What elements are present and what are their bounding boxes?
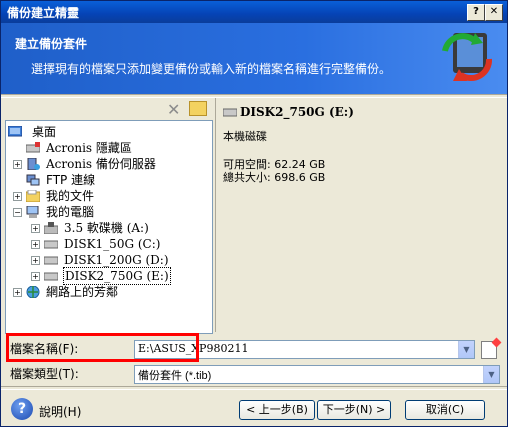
expand-icon[interactable]: + xyxy=(31,224,40,233)
hard-drive-icon xyxy=(223,108,237,117)
tree-item-label-selected: DISK2_750G (E:) xyxy=(63,267,171,285)
expand-icon[interactable]: + xyxy=(13,160,22,169)
expand-icon[interactable]: + xyxy=(31,256,40,265)
chevron-down-icon[interactable]: ▼ xyxy=(458,341,474,358)
back-button[interactable]: < 上一步(B) xyxy=(239,400,315,420)
tree-item-label: Acronis 備份伺服器 xyxy=(46,157,156,171)
collapse-icon[interactable]: − xyxy=(13,208,22,217)
folder-icon xyxy=(26,190,40,202)
hard-drive-icon xyxy=(44,240,58,249)
cancel-button[interactable]: 取消(C) xyxy=(405,400,485,420)
tree-item-label: 3.5 軟碟機 (A:) xyxy=(64,221,149,235)
server-icon xyxy=(27,158,40,170)
header-title: 建立備份套件 xyxy=(15,37,88,51)
network-icon xyxy=(26,286,40,298)
details-title: DISK2_750G (E:) xyxy=(240,105,354,119)
new-folder-icon[interactable] xyxy=(189,101,207,116)
expand-icon[interactable]: + xyxy=(31,272,40,281)
footer-divider xyxy=(1,386,507,390)
tree-item-label: DISK1_200G (D:) xyxy=(64,253,169,267)
tree-item-label: DISK1_50G (C:) xyxy=(64,237,161,251)
tree-item-label: 我的文件 xyxy=(46,189,95,203)
expand-icon[interactable]: + xyxy=(13,192,22,201)
hard-drive-icon xyxy=(44,256,58,265)
backup-wizard-icon xyxy=(442,33,493,82)
tree-item-label: 桌面 xyxy=(32,125,57,139)
details-total-size: 總共大小: 698.6 GB xyxy=(223,171,326,184)
tree-item-label: 網路上的芳鄰 xyxy=(46,285,119,299)
next-button[interactable]: 下一步(N) > xyxy=(317,400,391,420)
close-button[interactable]: ✕ xyxy=(485,4,503,21)
wizard-header: 建立備份套件 選擇現有的檔案只添加變更備份或輸入新的檔案名稱進行完整備份。 xyxy=(1,23,507,94)
details-panel: DISK2_750G (E:) 本機磁碟 可用空間: 62.24 GB 總共大小… xyxy=(215,98,503,332)
help-title-button[interactable]: ? xyxy=(467,4,485,21)
floppy-icon xyxy=(44,222,58,234)
delete-icon[interactable]: ✕ xyxy=(167,100,180,119)
help-icon[interactable]: ? xyxy=(11,398,33,420)
tree-item-label: 我的電腦 xyxy=(46,205,95,219)
filetype-value: 備份套件 (*.tib) xyxy=(138,370,212,382)
expand-icon[interactable]: + xyxy=(31,240,40,249)
chevron-down-icon[interactable]: ▼ xyxy=(483,366,499,383)
computer-icon xyxy=(26,206,39,218)
details-type: 本機磁碟 xyxy=(223,130,267,143)
drive-icon xyxy=(26,142,40,153)
ftp-icon xyxy=(26,174,40,186)
folder-tree[interactable]: 桌面 Acronis 隱藏區 + Acronis 備份伺服器 FTP 連線 + … xyxy=(5,120,213,334)
tree-item-label: FTP 連線 xyxy=(46,173,96,187)
wizard-window: 備份建立精靈 ? ✕ 建立備份套件 選擇現有的檔案只添加變更備份或輸入新的檔案名… xyxy=(0,0,508,427)
new-file-icon[interactable] xyxy=(481,341,497,359)
hard-drive-icon xyxy=(44,272,58,281)
filetype-select[interactable]: 備份套件 (*.tib) ▼ xyxy=(134,365,500,384)
highlight-annotation xyxy=(6,333,199,362)
filetype-label: 檔案類型(T): xyxy=(10,367,79,381)
expand-icon[interactable]: + xyxy=(13,288,22,297)
desktop-icon xyxy=(8,126,22,137)
window-title: 備份建立精靈 xyxy=(7,6,80,20)
tree-item-label: Acronis 隱藏區 xyxy=(46,141,132,155)
header-description: 選擇現有的檔案只添加變更備份或輸入新的檔案名稱進行完整備份。 xyxy=(31,62,392,76)
title-bar[interactable]: 備份建立精靈 ? ✕ xyxy=(1,1,507,23)
help-link[interactable]: 說明(H) xyxy=(39,403,81,420)
tree-toolbar: ✕ xyxy=(5,98,211,120)
